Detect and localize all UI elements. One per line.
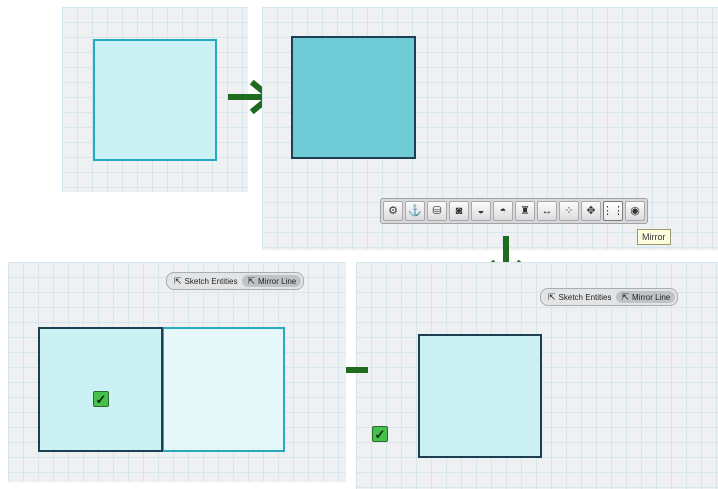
sketch-rectangle[interactable] [418,334,542,458]
move-icon[interactable]: ✥ [581,201,601,221]
mirrored-rectangle [162,327,285,452]
gear-icon[interactable]: ⚙ [383,201,403,221]
sketch-entities-option[interactable]: ⇱ Sketch Entities [543,291,616,303]
dimension-icon[interactable]: ↔ [537,201,557,221]
sketch-rectangle[interactable] [93,39,217,161]
sketch-panel-step1 [62,7,248,192]
extrude-icon[interactable]: ◙ [449,201,469,221]
mirror-line-option[interactable]: ⇱ Mirror Line [242,275,302,287]
sketch-entities-option[interactable]: ⇱ Sketch Entities [169,275,242,287]
mirror-line-option[interactable]: ⇱ Mirror Line [616,291,676,303]
sweep-icon[interactable]: ◓ [493,201,513,221]
selected-rectangle[interactable] [291,36,416,159]
mirror-mode-selector: ⇱ Sketch Entities ⇱ Mirror Line [166,272,305,290]
confirm-checkmark-button[interactable]: ✓ [372,426,388,442]
mirror-line-label: Mirror Line [258,276,297,286]
cursor-icon: ⇱ [247,275,256,286]
anchor-icon[interactable]: ⚓ [405,201,425,221]
eye-icon[interactable]: ◉ [625,201,645,221]
mirror-line-label: Mirror Line [632,292,671,302]
loft-icon[interactable]: ♜ [515,201,535,221]
sketch-toolbar: ⚙ ⚓ ⛁ ◙ ◒ ◓ ♜ ↔ ⁘ ✥ ⋮⋮ ◉ [380,198,648,224]
cursor-icon: ⇱ [548,291,556,302]
pattern-icon[interactable]: ⁘ [559,201,579,221]
confirm-checkmark-button[interactable]: ✓ [93,391,109,407]
cursor-icon: ⇱ [174,275,182,286]
paint-bucket-icon[interactable]: ⛁ [427,201,447,221]
mirror-tooltip: Mirror [637,229,671,245]
revolve-icon[interactable]: ◒ [471,201,491,221]
sketch-entities-label: Sketch Entities [184,276,238,286]
mirror-icon[interactable]: ⋮⋮ [602,201,624,221]
original-rectangle[interactable] [38,327,163,452]
sketch-panel-step4 [8,262,346,482]
sketch-entities-label: Sketch Entities [558,292,612,302]
mirror-mode-selector: ⇱ Sketch Entities ⇱ Mirror Line [540,288,679,306]
cursor-icon: ⇱ [621,291,630,302]
